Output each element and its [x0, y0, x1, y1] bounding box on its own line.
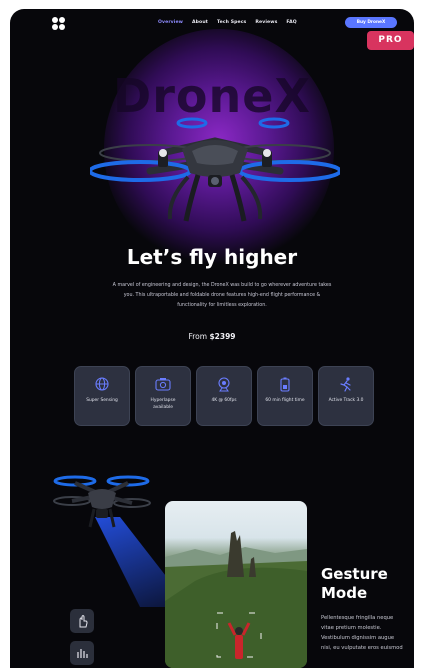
webcam-icon [215, 375, 233, 393]
hero-description: A marvel of engineering and design, the … [112, 283, 332, 308]
gesture-title: Gesture Mode [321, 565, 388, 603]
main-nav: Overview About Tech Specs Reviews FAQ [158, 20, 297, 25]
nav-link-tech-specs[interactable]: Tech Specs [217, 20, 246, 25]
price-value: $2399 [209, 332, 236, 341]
feature-label: Active Track 3.0 [328, 398, 364, 403]
camera-icon [154, 375, 172, 393]
price-prefix: From [188, 332, 210, 341]
feature-card-active-track[interactable]: Active Track 3.0 [318, 366, 374, 426]
hand-icon [79, 614, 88, 627]
nav-link-about[interactable]: About [192, 20, 208, 25]
hero-headline: Let’s fly higher [126, 245, 298, 269]
feature-card-flight-time[interactable]: 60 min flight time [257, 366, 313, 426]
buy-button[interactable]: Buy DroneX [345, 17, 397, 28]
logo-icon[interactable] [52, 17, 66, 31]
pro-badge: PRO [367, 31, 414, 50]
nav-link-faq[interactable]: FAQ [286, 20, 296, 25]
gesture-photo [165, 501, 307, 668]
hand-gesture-button[interactable] [70, 609, 94, 633]
signal-button[interactable] [70, 641, 94, 665]
price-line: From $2399 [10, 332, 414, 341]
gesture-title-line2: Mode [321, 584, 368, 602]
feature-label: 60 min flight time [265, 398, 305, 403]
page-frame: Overview About Tech Specs Reviews FAQ Bu… [10, 9, 414, 668]
small-drone-image [53, 475, 151, 528]
drone-image [90, 117, 340, 222]
running-person-icon [337, 375, 355, 393]
feature-card-4k[interactable]: 4K @ 60fps [196, 366, 252, 426]
feature-card-hyperlapse[interactable]: Hyperlapse available [135, 366, 191, 426]
feature-label: Hyperlapse available [150, 398, 176, 410]
feature-label: 4K @ 60fps [211, 398, 237, 403]
gesture-title-line1: Gesture [321, 565, 388, 583]
landscape-image [165, 531, 307, 668]
battery-icon [276, 375, 294, 393]
feature-list: Super Sensing Hyperlapse available 4K @ … [74, 366, 374, 426]
feature-label: Super Sensing [86, 398, 118, 403]
gesture-description: Pellentesque fringilla neque vitae preti… [321, 615, 403, 651]
nav-link-overview[interactable]: Overview [158, 20, 183, 25]
nav-link-reviews[interactable]: Reviews [255, 20, 277, 25]
signal-icon [77, 649, 88, 658]
feature-card-super-sensing[interactable]: Super Sensing [74, 366, 130, 426]
globe-icon [93, 375, 111, 393]
